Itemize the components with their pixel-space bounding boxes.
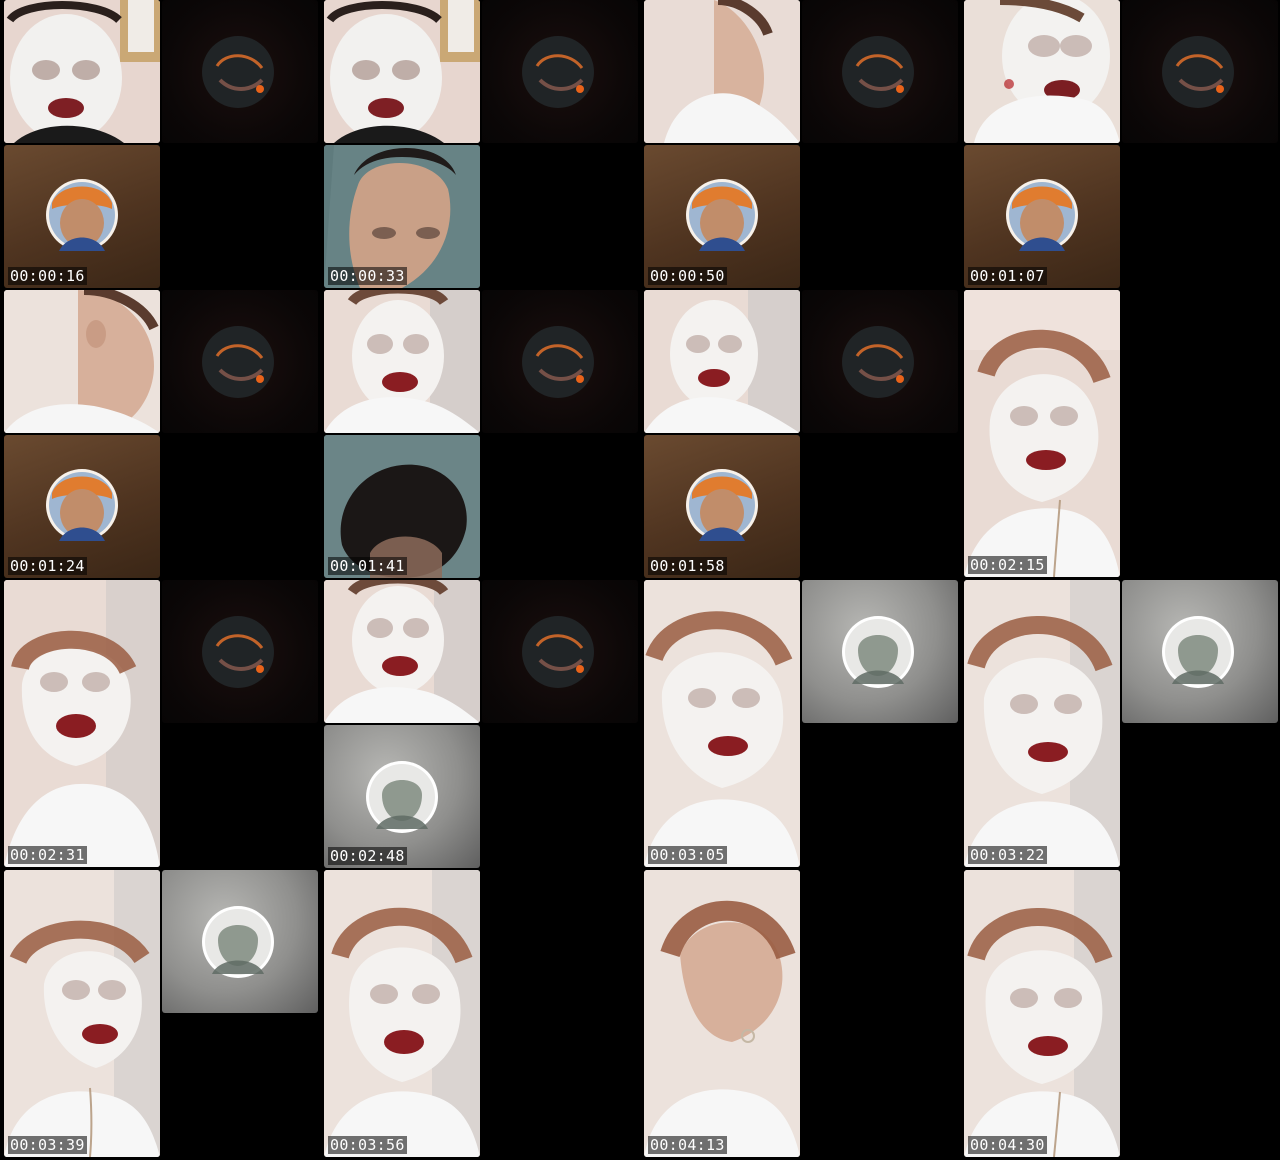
- audio-avatar-tile: [482, 580, 638, 723]
- masked-face-thumbnail: [964, 0, 1120, 143]
- masked-face-thumbnail-tall: 00:02:31: [4, 580, 160, 867]
- video-frame-9: 00:02:31: [0, 580, 320, 870]
- timestamp: 00:00:16: [8, 267, 87, 285]
- masked-face-thumbnail-tall: 00:03:56: [324, 870, 480, 1157]
- audio-avatar-tile: [162, 0, 318, 143]
- masked-face-thumbnail: [644, 290, 800, 433]
- avatar-on-grey-tile: [162, 870, 318, 1013]
- timestamp: 00:01:41: [328, 557, 407, 575]
- audio-avatar-tile: [1122, 0, 1278, 143]
- masked-face-thumbnail-tall: 00:02:15: [964, 290, 1120, 577]
- masked-face-thumbnail-tall: 00:04:30: [964, 870, 1120, 1157]
- side-profile-thumbnail-tall: 00:04:13: [644, 870, 800, 1157]
- timestamp: 00:02:31: [8, 846, 87, 864]
- avatar-on-wood-thumbnail: 00:01:24: [4, 435, 160, 578]
- hair-closeup-thumbnail: 00:01:41: [324, 435, 480, 578]
- video-frame-15: 00:04:13: [640, 870, 960, 1160]
- audio-avatar-tile: [162, 580, 318, 723]
- avatar-on-grey-tile: [1122, 580, 1278, 723]
- avatar-on-grey-tile: [802, 580, 958, 723]
- contact-sheet: 00:00:16 00:00:33 00:00:50 00:01:07 00:0…: [0, 0, 1280, 1160]
- avatar-on-wood-thumbnail: 00:01:07: [964, 145, 1120, 288]
- timestamp: 00:04:30: [968, 1136, 1047, 1154]
- masked-face-thumbnail-tall: 00:03:22: [964, 580, 1120, 867]
- timestamp: 00:00:50: [648, 267, 727, 285]
- side-profile-thumbnail: [644, 0, 800, 143]
- timestamp: 00:01:58: [648, 557, 727, 575]
- avatar-on-wood-thumbnail: 00:01:58: [644, 435, 800, 578]
- timestamp: 00:01:07: [968, 267, 1047, 285]
- timestamp: 00:03:05: [648, 846, 727, 864]
- timestamp: 00:03:39: [8, 1136, 87, 1154]
- timestamp: 00:02:15: [968, 556, 1047, 574]
- avatar-on-wood-thumbnail: 00:00:16: [4, 145, 160, 288]
- timestamp: 00:00:33: [328, 267, 407, 285]
- video-frame-14: 00:03:56: [320, 870, 640, 1160]
- masked-face-thumbnail: [324, 580, 480, 723]
- timestamp: 00:04:13: [648, 1136, 727, 1154]
- timestamp: 00:03:56: [328, 1136, 407, 1154]
- side-profile-thumbnail: [4, 290, 160, 433]
- video-frame-11: 00:03:05: [640, 580, 960, 870]
- masked-face-thumbnail: [324, 0, 480, 143]
- video-frame-16: 00:04:30: [960, 870, 1280, 1160]
- masked-face-thumbnail-tall: 00:03:39: [4, 870, 160, 1157]
- timestamp: 00:01:24: [8, 557, 87, 575]
- avatar-on-wood-thumbnail: 00:00:50: [644, 145, 800, 288]
- video-frame-8: 00:02:15: [960, 290, 1280, 580]
- audio-avatar-tile: [482, 0, 638, 143]
- audio-avatar-tile: [802, 0, 958, 143]
- video-frame-13: 00:03:39: [0, 870, 320, 1160]
- masked-face-thumbnail-tall: 00:03:05: [644, 580, 800, 867]
- masked-face-thumbnail: [324, 290, 480, 433]
- audio-avatar-tile: [162, 290, 318, 433]
- face-closeup-thumbnail: 00:00:33: [324, 145, 480, 288]
- avatar-on-grey-thumbnail: 00:02:48: [324, 725, 480, 868]
- audio-avatar-tile: [482, 290, 638, 433]
- masked-face-thumbnail: [4, 0, 160, 143]
- timestamp: 00:02:48: [328, 847, 407, 865]
- timestamp: 00:03:22: [968, 846, 1047, 864]
- video-frame-12: 00:03:22: [960, 580, 1280, 870]
- audio-avatar-tile: [802, 290, 958, 433]
